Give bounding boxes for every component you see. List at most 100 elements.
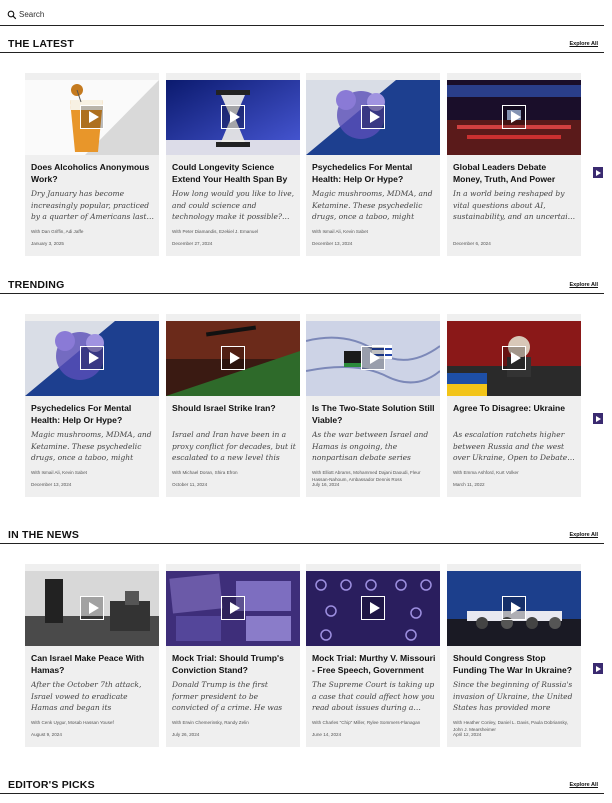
card-title[interactable]: Global Leaders Debate Money, Truth, And … xyxy=(453,162,577,185)
card-title[interactable]: Should Congress Stop Funding The War In … xyxy=(453,653,577,676)
card-authors: With Ismail Ali, Kevin Sabet xyxy=(312,229,368,234)
section-title: EDITOR'S PICKS xyxy=(8,779,95,791)
section-header-in-the-news: IN THE NEWS Explore All xyxy=(0,529,604,544)
card-date: July 26, 2024 xyxy=(172,732,200,737)
card-description: Dry January has become increasingly popu… xyxy=(31,189,154,222)
play-icon[interactable] xyxy=(361,105,385,129)
card-title[interactable]: Does Alcoholics Anonymous Work? xyxy=(31,162,155,185)
card-description: As escalation ratchets higher between Ru… xyxy=(453,430,575,463)
episode-card[interactable]: Can Israel Make Peace With Hamas? After … xyxy=(25,564,159,747)
episode-card[interactable]: Psychedelics For Mental Health: Help Or … xyxy=(306,73,440,256)
card-thumbnail xyxy=(306,571,440,646)
next-arrow-button[interactable] xyxy=(593,663,603,674)
card-date: August 9, 2024 xyxy=(31,732,62,737)
next-arrow-button[interactable] xyxy=(593,413,603,424)
card-thumbnail xyxy=(25,80,159,155)
card-row-trending: Psychedelics For Mental Health: Help Or … xyxy=(0,314,604,497)
play-icon[interactable] xyxy=(221,105,245,129)
play-icon[interactable] xyxy=(221,596,245,620)
search-input[interactable]: Search xyxy=(19,10,44,19)
episode-card[interactable]: Should Congress Stop Funding The War In … xyxy=(447,564,581,747)
play-icon[interactable] xyxy=(80,346,104,370)
card-thumbnail xyxy=(166,321,300,396)
card-authors: With Ismail Ali, Kevin Sabet xyxy=(31,470,87,475)
card-title[interactable]: Psychedelics For Mental Health: Help Or … xyxy=(31,403,155,426)
card-date: April 12, 2024 xyxy=(453,732,482,737)
card-thumbnail xyxy=(25,571,159,646)
card-date: July 16, 2024 xyxy=(312,482,340,487)
card-description: As the war between Israel and Hamas is o… xyxy=(312,430,429,463)
card-title[interactable]: Is The Two-State Solution Still Viable? xyxy=(312,403,436,426)
card-date: December 6, 2024 xyxy=(453,241,491,246)
card-description: Magic mushrooms, MDMA, and Ketamine. The… xyxy=(312,189,433,222)
card-title[interactable]: Agree To Disagree: Ukraine xyxy=(453,403,577,415)
card-title[interactable]: Should Israel Strike Iran? xyxy=(172,403,296,415)
card-authors: With Dan Griffin, Adi Jaffe xyxy=(31,229,84,234)
card-date: December 27, 2024 xyxy=(172,241,213,246)
card-authors: With Emma Ashford, Kurt Volker xyxy=(453,470,519,475)
card-authors: With Michael Doran, Shira Efron xyxy=(172,470,238,475)
card-thumbnail xyxy=(447,571,581,646)
episode-card[interactable]: Mock Trial: Murthy V. Missouri - Free Sp… xyxy=(306,564,440,747)
next-arrow-button[interactable] xyxy=(593,167,603,178)
card-thumbnail xyxy=(166,571,300,646)
card-authors: With Erwin Chemerinsky, Randy Zelin xyxy=(172,720,249,725)
card-title[interactable]: Can Israel Make Peace With Hamas? xyxy=(31,653,155,676)
card-description: Israel and Iran have been in a proxy con… xyxy=(172,430,296,463)
section-title: THE LATEST xyxy=(8,38,74,50)
episode-card[interactable]: Mock Trial: Should Trump's Conviction St… xyxy=(166,564,300,747)
search-icon xyxy=(7,10,17,20)
card-authors: With Cenk Uygur, Mosab Hassan Yousef xyxy=(31,720,114,725)
play-icon[interactable] xyxy=(361,596,385,620)
explore-all-link[interactable]: Explore All xyxy=(569,532,598,538)
card-description: Since the beginning of Russia's invasion… xyxy=(453,680,573,713)
card-authors: With Peter Diamandis, Ezekiel J. Emanuel xyxy=(172,229,259,234)
episode-card[interactable]: Does Alcoholics Anonymous Work? Dry Janu… xyxy=(25,73,159,256)
card-thumbnail xyxy=(306,321,440,396)
play-icon[interactable] xyxy=(361,346,385,370)
card-title[interactable]: Could Longevity Science Extend Your Heal… xyxy=(172,162,296,185)
episode-card[interactable]: Agree To Disagree: Ukraine As escalation… xyxy=(447,314,581,497)
card-thumbnail xyxy=(447,321,581,396)
card-thumbnail xyxy=(166,80,300,155)
episode-card[interactable]: Could Longevity Science Extend Your Heal… xyxy=(166,73,300,256)
card-title[interactable]: Mock Trial: Murthy V. Missouri - Free Sp… xyxy=(312,653,436,676)
section-header-trending: TRENDING Explore All xyxy=(0,279,604,294)
card-date: March 11, 2022 xyxy=(453,482,485,487)
play-icon[interactable] xyxy=(502,346,526,370)
play-icon[interactable] xyxy=(80,596,104,620)
card-date: June 14, 2024 xyxy=(312,732,342,737)
card-title[interactable]: Psychedelics For Mental Health: Help Or … xyxy=(312,162,436,185)
card-description: The Supreme Court is taking up a case th… xyxy=(312,680,435,713)
card-description: Donald Trump is the first former preside… xyxy=(172,680,283,713)
search-bar[interactable]: Search xyxy=(0,8,604,26)
explore-all-link[interactable]: Explore All xyxy=(569,41,598,47)
card-description: In a world being reshaped by vital quest… xyxy=(453,189,576,222)
play-icon[interactable] xyxy=(221,346,245,370)
play-icon[interactable] xyxy=(80,105,104,129)
card-date: January 3, 2025 xyxy=(31,241,64,246)
card-row-in-the-news: Can Israel Make Peace With Hamas? After … xyxy=(0,564,604,747)
card-date: October 11, 2024 xyxy=(172,482,208,487)
episode-card[interactable]: Psychedelics For Mental Health: Help Or … xyxy=(25,314,159,497)
card-date: December 13, 2024 xyxy=(31,482,72,487)
play-icon[interactable] xyxy=(502,105,526,129)
explore-all-link[interactable]: Explore All xyxy=(569,282,598,288)
card-thumbnail xyxy=(306,80,440,155)
card-description: After the October 7th attack, Israel vow… xyxy=(31,680,142,713)
episode-card[interactable]: Is The Two-State Solution Still Viable? … xyxy=(306,314,440,497)
episode-card[interactable]: Should Israel Strike Iran? Israel and Ir… xyxy=(166,314,300,497)
section-title: TRENDING xyxy=(8,279,65,291)
play-icon[interactable] xyxy=(502,596,526,620)
section-title: IN THE NEWS xyxy=(8,529,80,541)
explore-all-link[interactable]: Explore All xyxy=(569,782,598,788)
card-description: Magic mushrooms, MDMA, and Ketamine. The… xyxy=(31,430,152,463)
card-thumbnail xyxy=(447,80,581,155)
card-title[interactable]: Mock Trial: Should Trump's Conviction St… xyxy=(172,653,296,676)
card-description: How long would you like to live, and cou… xyxy=(172,189,295,222)
section-header-editors-picks: EDITOR'S PICKS Explore All xyxy=(0,779,604,794)
card-row-latest: Does Alcoholics Anonymous Work? Dry Janu… xyxy=(0,73,604,256)
episode-card[interactable]: Global Leaders Debate Money, Truth, And … xyxy=(447,73,581,256)
section-header-latest: THE LATEST Explore All xyxy=(0,38,604,53)
card-authors: With Charles "Chip" Miller, Rylee Sommer… xyxy=(312,720,421,725)
